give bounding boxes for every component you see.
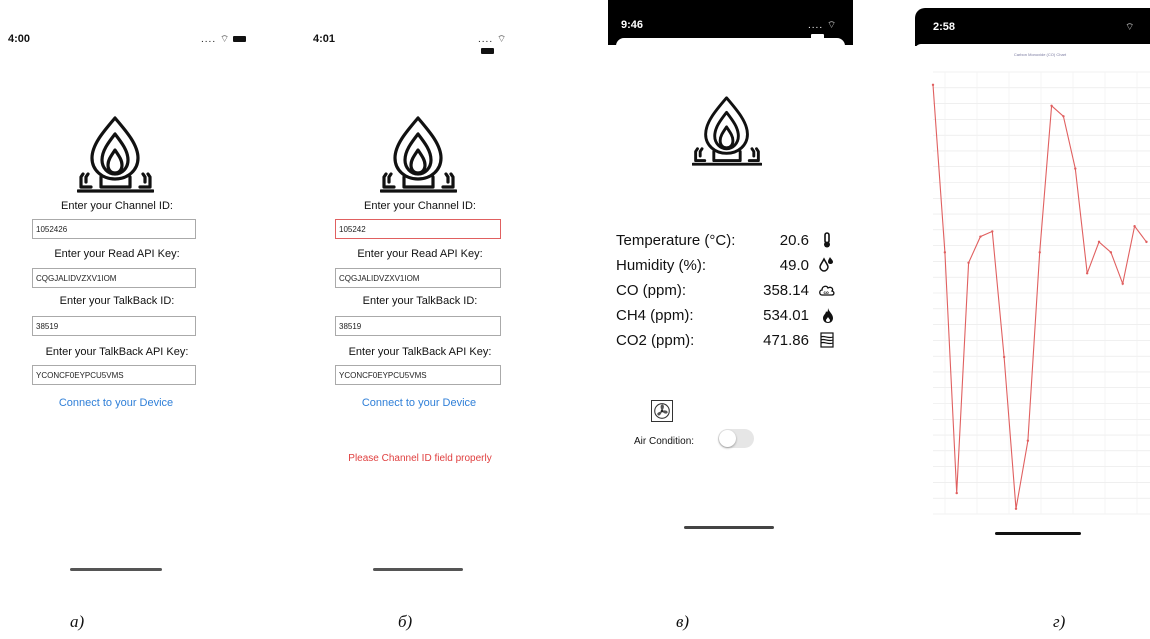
status-time: 2:58 xyxy=(933,21,956,33)
battery-icon xyxy=(481,48,494,55)
screen-a: 4:00 .... ⌔ Enter your Channel ID: 10524… xyxy=(0,0,290,600)
read-api-key-input[interactable]: CQGJALIDVZXV1IOM xyxy=(32,268,196,288)
read-api-key-label: Enter your Read API Key: xyxy=(357,248,483,260)
humidity-label: Humidity (%): xyxy=(616,257,707,274)
co-data-point xyxy=(1109,251,1113,254)
talkback-api-key-input[interactable]: YCONCF0EYPCU5VMS xyxy=(32,365,196,385)
toggle-knob xyxy=(719,430,736,447)
home-indicator[interactable] xyxy=(70,568,162,571)
co-data-point xyxy=(1026,439,1030,442)
co-data-point xyxy=(1050,104,1053,108)
co-data-point xyxy=(1062,115,1065,118)
co-data-point xyxy=(1074,167,1077,170)
co-cloud-icon: co xyxy=(819,285,835,296)
humidity-value: 49.0 xyxy=(779,257,809,274)
status-icons: .... ⌔ xyxy=(201,33,247,46)
home-indicator[interactable] xyxy=(684,526,774,529)
talkback-id-input[interactable]: 38519 xyxy=(335,316,501,336)
chart-sheet: Carbon Monoxide (CO) Chart xyxy=(915,44,1150,544)
chart-title: Carbon Monoxide (CO) Chart xyxy=(1014,52,1067,57)
co-data-point xyxy=(1002,355,1006,359)
channel-id-input[interactable]: 105242 xyxy=(335,219,501,239)
co-data-point xyxy=(1145,240,1148,244)
svg-text:co: co xyxy=(824,290,830,295)
co2-layers-icon xyxy=(820,332,834,348)
home-indicator[interactable] xyxy=(995,532,1081,535)
talkback-id-input[interactable]: 38519 xyxy=(32,316,196,336)
co-data-point xyxy=(1038,251,1041,254)
air-condition-toggle[interactable] xyxy=(718,429,754,448)
co-data-point xyxy=(1133,224,1136,228)
thermometer-icon xyxy=(824,232,830,248)
error-message: Please Channel ID field properly xyxy=(348,453,492,464)
status-time: 9:46 xyxy=(621,19,644,31)
co-data-point xyxy=(979,235,982,238)
co-value: 358.14 xyxy=(763,282,809,299)
talkback-id-label: Enter your TalkBack ID: xyxy=(59,295,175,307)
connect-device-link[interactable]: Connect to your Device xyxy=(32,397,200,409)
status-icons: .... ⌔ xyxy=(478,33,520,57)
co-label: CO (ppm): xyxy=(616,282,687,299)
chart-grid xyxy=(933,71,1150,515)
screen-b: 4:01 .... ⌔ Enter your Channel ID: 10524… xyxy=(300,0,520,600)
status-icons: ⌔ xyxy=(1125,22,1136,33)
co-data-point xyxy=(991,230,994,233)
chart-series xyxy=(931,83,1148,510)
screen-c: 9:46 .... ⌔ Temperature (°C): 20.6 Humid… xyxy=(608,0,853,600)
modal-sheet-edge xyxy=(616,38,845,52)
co2-label: CO2 (ppm): xyxy=(616,332,695,349)
co-data-point xyxy=(967,261,970,265)
air-condition-label: Air Condition: xyxy=(634,436,695,447)
connect-device-link[interactable]: Connect to your Device xyxy=(335,397,503,409)
caption-b: б) xyxy=(398,612,413,631)
screen-d: 2:58 ⌔ Carbon Monoxide (CO) Chart xyxy=(915,0,1150,600)
co-data-point xyxy=(943,251,947,254)
channel-id-label: Enter your Channel ID: xyxy=(61,200,173,212)
co2-value: 471.86 xyxy=(763,332,809,349)
co-data-point xyxy=(931,83,935,87)
talkback-id-label: Enter your TalkBack ID: xyxy=(362,295,478,307)
home-indicator[interactable] xyxy=(373,568,463,571)
co-line-chart: Carbon Monoxide (CO) Chart xyxy=(931,52,1150,515)
talkback-api-key-label: Enter your TalkBack API Key: xyxy=(348,346,492,358)
ch4-label: CH4 (ppm): xyxy=(616,307,694,324)
ch4-value: 534.01 xyxy=(763,307,809,324)
humidity-icon xyxy=(819,257,833,272)
co-data-point xyxy=(1097,240,1101,244)
temperature-value: 20.6 xyxy=(779,232,809,249)
caption-d: г) xyxy=(1053,612,1066,631)
fan-icon xyxy=(651,400,673,422)
caption-c: в) xyxy=(676,612,690,631)
co-data-point xyxy=(1085,272,1089,275)
status-time: 4:01 xyxy=(313,33,336,45)
talkback-api-key-input[interactable]: YCONCF0EYPCU5VMS xyxy=(335,365,501,385)
caption-a: а) xyxy=(70,612,85,631)
channel-id-input[interactable]: 1052426 xyxy=(32,219,196,239)
talkback-api-key-label: Enter your TalkBack API Key: xyxy=(45,346,189,358)
co-data-point xyxy=(1014,507,1018,510)
gas-burner-logo-icon xyxy=(380,116,457,193)
channel-id-label: Enter your Channel ID: xyxy=(364,200,476,212)
read-api-key-label: Enter your Read API Key: xyxy=(54,248,180,260)
status-time: 4:00 xyxy=(8,33,31,45)
co-series-line xyxy=(932,84,1147,509)
co-data-point xyxy=(955,491,958,495)
temperature-label: Temperature (°C): xyxy=(616,232,736,249)
flame-icon xyxy=(823,308,833,323)
battery-icon xyxy=(233,36,247,43)
read-api-key-input[interactable]: CQGJALIDVZXV1IOM xyxy=(335,268,501,288)
gas-burner-logo-icon xyxy=(692,96,762,166)
gas-burner-logo-icon xyxy=(77,116,154,193)
co-data-point xyxy=(1121,282,1124,285)
